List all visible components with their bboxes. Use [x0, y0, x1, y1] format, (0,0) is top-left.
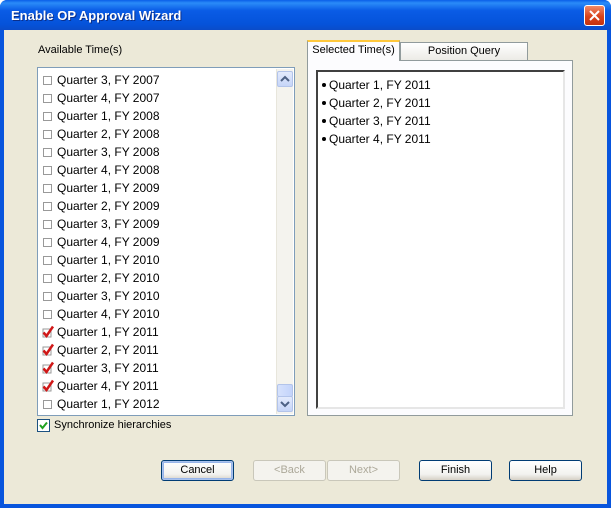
- list-item-label: Quarter 2, FY 2011: [57, 343, 159, 357]
- window-title: Enable OP Approval Wizard: [11, 8, 182, 23]
- list-item-label: Quarter 3, FY 2009: [57, 217, 160, 231]
- bullet-icon: [322, 137, 326, 141]
- selected-list-item[interactable]: Quarter 1, FY 2011: [322, 78, 431, 96]
- list-item[interactable]: Quarter 1, FY 2011: [41, 324, 271, 342]
- tab-selected-times[interactable]: Selected Time(s): [307, 40, 400, 61]
- scroll-up-button[interactable]: [277, 71, 293, 87]
- list-item-label: Quarter 4, FY 2009: [57, 235, 160, 249]
- selected-item-label: Quarter 3, FY 2011: [329, 114, 431, 128]
- selected-item-label: Quarter 4, FY 2011: [329, 132, 431, 146]
- list-item-label: Quarter 1, FY 2012: [57, 397, 160, 411]
- cancel-button[interactable]: Cancel: [161, 460, 234, 481]
- list-item[interactable]: Quarter 2, FY 2008: [41, 126, 271, 144]
- item-checkbox[interactable]: [43, 274, 52, 283]
- item-checkbox[interactable]: [43, 292, 52, 301]
- help-button[interactable]: Help: [509, 460, 582, 481]
- list-item-label: Quarter 3, FY 2010: [57, 289, 160, 303]
- item-checkbox[interactable]: [43, 166, 52, 175]
- checkmark-icon: [39, 421, 48, 430]
- item-checkbox[interactable]: [43, 130, 52, 139]
- selected-list-item[interactable]: Quarter 3, FY 2011: [322, 114, 431, 132]
- item-checkbox[interactable]: [43, 256, 52, 265]
- selected-times-list[interactable]: Quarter 1, FY 2011 Quarter 2, FY 2011 Quar…: [316, 70, 565, 409]
- list-item-label: Quarter 2, FY 2010: [57, 271, 160, 285]
- bullet-icon: [322, 119, 326, 123]
- list-item[interactable]: Quarter 1, FY 2008: [41, 108, 271, 126]
- checkmark-icon[interactable]: [41, 379, 55, 393]
- list-item[interactable]: Quarter 4, FY 2009: [41, 234, 271, 252]
- list-item-label: Quarter 4, FY 2007: [57, 91, 160, 105]
- scroll-down-icon: [280, 401, 290, 408]
- list-item[interactable]: Quarter 2, FY 2009: [41, 198, 271, 216]
- list-item-label: Quarter 4, FY 2008: [57, 163, 160, 177]
- checkmark-icon[interactable]: [41, 343, 55, 357]
- list-item-label: Quarter 3, FY 2011: [57, 361, 159, 375]
- item-checkbox[interactable]: [43, 76, 52, 85]
- title-bar[interactable]: Enable OP Approval Wizard: [0, 0, 611, 30]
- list-item-label: Quarter 4, FY 2011: [57, 379, 159, 393]
- selected-list-item[interactable]: Quarter 4, FY 2011: [322, 132, 431, 150]
- list-item-label: Quarter 3, FY 2007: [57, 73, 160, 87]
- list-item-label: Quarter 2, FY 2009: [57, 199, 160, 213]
- scroll-up-icon: [280, 75, 290, 82]
- item-checkbox[interactable]: [43, 220, 52, 229]
- item-checkbox[interactable]: [43, 184, 52, 193]
- item-checkbox[interactable]: [43, 400, 52, 409]
- finish-button[interactable]: Finish: [419, 460, 492, 481]
- dialog-body: Available Time(s) Quarter 3, FY 2007 Quar…: [4, 30, 607, 504]
- item-checkbox[interactable]: [43, 148, 52, 157]
- list-item-label: Quarter 3, FY 2008: [57, 145, 160, 159]
- available-times-label: Available Time(s): [38, 44, 123, 56]
- list-item[interactable]: Quarter 1, FY 2010: [41, 252, 271, 270]
- list-item-label: Quarter 1, FY 2010: [57, 253, 160, 267]
- list-item[interactable]: Quarter 3, FY 2011: [41, 360, 271, 378]
- selected-item-label: Quarter 1, FY 2011: [329, 78, 431, 92]
- list-item[interactable]: Quarter 3, FY 2007: [41, 72, 271, 90]
- list-item[interactable]: Quarter 4, FY 2010: [41, 306, 271, 324]
- checkmark-icon[interactable]: [41, 361, 55, 375]
- available-times-items: Quarter 3, FY 2007 Quarter 4, FY 2007 Quar…: [41, 72, 271, 414]
- selected-times-panel: Quarter 1, FY 2011 Quarter 2, FY 2011 Quar…: [307, 60, 573, 416]
- list-item-label: Quarter 4, FY 2010: [57, 307, 160, 321]
- selected-list-item[interactable]: Quarter 2, FY 2011: [322, 96, 431, 114]
- list-item[interactable]: Quarter 4, FY 2007: [41, 90, 271, 108]
- list-item[interactable]: Quarter 3, FY 2010: [41, 288, 271, 306]
- scroll-down-button[interactable]: [277, 396, 293, 412]
- list-item-label: Quarter 1, FY 2009: [57, 181, 160, 195]
- list-item[interactable]: Quarter 2, FY 2010: [41, 270, 271, 288]
- checkmark-icon[interactable]: [41, 325, 55, 339]
- item-checkbox[interactable]: [43, 112, 52, 121]
- selected-item-label: Quarter 2, FY 2011: [329, 96, 431, 110]
- list-item[interactable]: Quarter 3, FY 2008: [41, 144, 271, 162]
- list-item-label: Quarter 2, FY 2008: [57, 127, 160, 141]
- item-checkbox[interactable]: [43, 310, 52, 319]
- bullet-icon: [322, 83, 326, 87]
- sync-label: Synchronize hierarchies: [54, 419, 172, 431]
- item-checkbox[interactable]: [43, 94, 52, 103]
- back-button[interactable]: <Back: [253, 460, 326, 481]
- list-item-label: Quarter 1, FY 2011: [57, 325, 159, 339]
- close-button[interactable]: [584, 5, 605, 26]
- wizard-window: Enable OP Approval Wizard Available Time…: [0, 0, 611, 508]
- list-item[interactable]: Quarter 1, FY 2012: [41, 396, 271, 414]
- tab-position-query-definitions[interactable]: Position Query Definitions: [400, 42, 528, 73]
- list-item[interactable]: Quarter 4, FY 2008: [41, 162, 271, 180]
- list-item-label: Quarter 1, FY 2008: [57, 109, 160, 123]
- item-checkbox[interactable]: [43, 202, 52, 211]
- next-button[interactable]: Next>: [327, 460, 400, 481]
- tab-selected-times-label: Selected Time(s): [312, 44, 395, 56]
- item-checkbox[interactable]: [43, 238, 52, 247]
- list-item[interactable]: Quarter 1, FY 2009: [41, 180, 271, 198]
- vertical-scrollbar[interactable]: [276, 69, 293, 414]
- available-times-list[interactable]: Quarter 3, FY 2007 Quarter 4, FY 2007 Quar…: [37, 67, 295, 416]
- list-item[interactable]: Quarter 4, FY 2011: [41, 378, 271, 396]
- bullet-icon: [322, 101, 326, 105]
- sync-checkbox-box[interactable]: [37, 419, 50, 432]
- list-item[interactable]: Quarter 3, FY 2009: [41, 216, 271, 234]
- close-icon: [589, 10, 600, 21]
- list-item[interactable]: Quarter 2, FY 2011: [41, 342, 271, 360]
